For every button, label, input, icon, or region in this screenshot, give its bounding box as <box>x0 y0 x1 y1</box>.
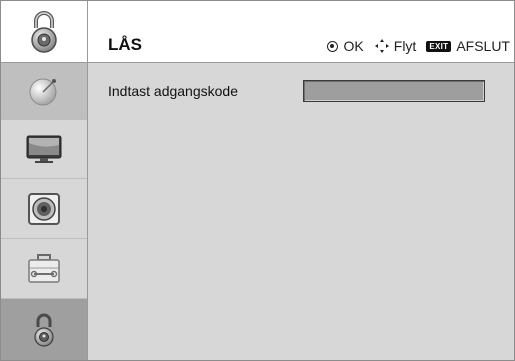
menu-header: LÅS OK Flyt EXIT AFSLUT <box>88 1 514 63</box>
sidebar-header-lock <box>1 1 87 63</box>
password-input[interactable] <box>303 80 485 102</box>
sidebar-item-picture[interactable] <box>1 120 87 179</box>
navigation-arrows-icon <box>374 39 389 53</box>
hint-move-label: Flyt <box>393 38 417 54</box>
sidebar-item-setup[interactable] <box>1 239 87 299</box>
sidebar-item-channel[interactable] <box>1 63 87 120</box>
key-hints: OK Flyt EXIT AFSLUT <box>326 38 510 54</box>
speaker-icon <box>28 192 60 225</box>
lock-menu-window: LÅS OK Flyt EXIT AFSLUT Indtast adgangsk… <box>0 0 515 361</box>
lock-content-panel: Indtast adgangskode <box>88 63 514 360</box>
toolbox-icon <box>28 253 60 283</box>
sidebar-item-lock[interactable] <box>1 299 87 360</box>
sidebar <box>1 1 88 360</box>
ok-button-icon <box>326 40 338 52</box>
padlock-icon <box>34 313 54 347</box>
exit-key-icon: EXIT <box>426 40 452 52</box>
password-field-label: Indtast adgangskode <box>108 83 238 99</box>
page-title: LÅS <box>108 35 142 54</box>
satellite-dish-icon <box>29 78 57 106</box>
padlock-icon <box>31 10 57 53</box>
sidebar-item-audio[interactable] <box>1 179 87 239</box>
hint-exit-label: AFSLUT <box>456 38 510 54</box>
tv-screen-icon <box>26 135 62 163</box>
hint-ok-label: OK <box>343 38 364 54</box>
